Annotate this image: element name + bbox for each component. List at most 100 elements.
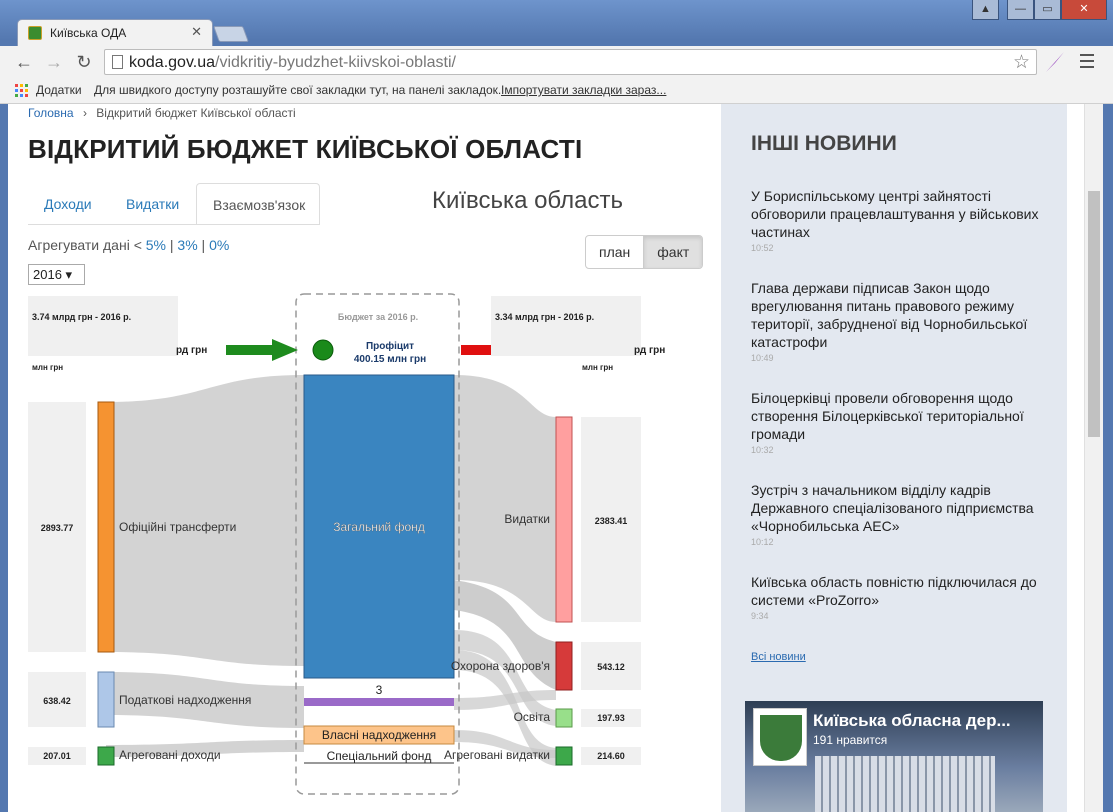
- apps-link[interactable]: Додатки: [36, 83, 82, 97]
- news-item[interactable]: Київська область повністю підключилася д…: [751, 573, 1041, 621]
- all-news-link[interactable]: Всі новини: [751, 651, 806, 663]
- url-text: koda.gov.ua/vidkritiy-byudzhet-kiivskoi-…: [129, 54, 456, 71]
- expense-label: Освіта: [514, 710, 551, 724]
- news-item[interactable]: Білоцерківці провели обговорення щодо ст…: [751, 389, 1041, 455]
- small-node-label: 3: [376, 683, 383, 697]
- expense-label: Охорона здоров'я: [451, 659, 550, 673]
- tab-strip: Київська ОДА ✕ ▲ — ▭ ✕: [0, 0, 1113, 46]
- surplus-label: Профіцит: [366, 340, 414, 352]
- user-icon[interactable]: ▲: [972, 0, 999, 20]
- small-node: [304, 698, 454, 706]
- aggregate-sep: |: [169, 237, 174, 253]
- browser-window: Київська ОДА ✕ ▲ — ▭ ✕ ← → ↻ koda.gov.ua…: [0, 0, 1113, 812]
- general-fund-label: Загальний фонд: [333, 520, 425, 534]
- facebook-widget[interactable]: Київська обласна дер... 191 нравится: [745, 701, 1043, 812]
- aggregate-sep: |: [201, 237, 206, 253]
- unit-right: млн грн: [582, 363, 613, 372]
- income-value: 207.01: [43, 751, 71, 761]
- close-window-button[interactable]: ✕: [1061, 0, 1107, 20]
- sidebar: ІНШІ НОВИНИ У Бориспільському центрі зай…: [721, 104, 1067, 812]
- bookmarks-bar: Додатки Для швидкого доступу розташуйте …: [0, 78, 1113, 104]
- income-arrow-icon: [226, 339, 298, 361]
- breadcrumb-home-link[interactable]: Головна: [28, 106, 74, 120]
- income-node: [97, 746, 115, 766]
- new-tab-button[interactable]: [213, 26, 249, 42]
- left-total: 3.74 млрд грн - 2016 р.: [32, 312, 131, 322]
- plan-fact-toggle: план факт: [585, 235, 704, 269]
- fb-page-title[interactable]: Київська обласна дер...: [813, 711, 1011, 731]
- tabs-divider: [28, 224, 320, 225]
- tab-relationship[interactable]: Взаємозв'язок: [196, 183, 320, 225]
- own-revenue-label: Власні надходження: [322, 728, 436, 742]
- left-total-box: [28, 296, 178, 356]
- region-title: Київська область: [432, 187, 623, 214]
- surplus-value: 400.15 млн грн: [354, 354, 426, 365]
- surplus-icon: [312, 339, 334, 361]
- sidebar-title: ІНШІ НОВИНИ: [751, 132, 897, 155]
- right-total-box: [491, 296, 641, 356]
- sankey-diagram: Бюджет за 2016 р. 3.74 млрд грн - 2016 р…: [28, 293, 665, 795]
- expense-label: Видатки: [504, 512, 550, 526]
- expense-node: [555, 746, 573, 766]
- browser-tab[interactable]: Київська ОДА ✕: [17, 19, 213, 46]
- web-page: Головна › Відкритий бюджет Київської обл…: [8, 104, 1103, 812]
- right-total: 3.34 млрд грн - 2016 р.: [495, 312, 594, 322]
- aggregate-3-link[interactable]: 3%: [177, 237, 197, 253]
- close-tab-icon[interactable]: ✕: [191, 24, 202, 40]
- maximize-button[interactable]: ▭: [1034, 0, 1061, 20]
- budget-title: Бюджет за 2016 р.: [338, 312, 418, 322]
- expense-node: [555, 641, 573, 691]
- tab-income[interactable]: Доходи: [28, 183, 108, 225]
- news-item[interactable]: Зустріч з начальником відділу кадрів Дер…: [751, 481, 1041, 547]
- import-bookmarks-link[interactable]: Імпортувати закладки зараз...: [501, 83, 666, 97]
- left-total-hidden: рд грн: [176, 345, 207, 356]
- expense-value: 2383.41: [595, 516, 628, 526]
- expense-value: 197.93: [597, 713, 625, 723]
- expense-node: [555, 416, 573, 623]
- news-item[interactable]: Глава держави підписав Закон щодо врегул…: [751, 279, 1041, 363]
- address-bar[interactable]: koda.gov.ua/vidkritiy-byudzhet-kiivskoi-…: [104, 49, 1037, 75]
- aggregate-5-link[interactable]: 5%: [146, 237, 166, 253]
- income-value: 2893.77: [41, 523, 74, 533]
- special-fund-label: Спеціальний фонд: [327, 749, 432, 763]
- aggregate-label: Агрегувати дані <: [28, 237, 142, 253]
- feather-extension-icon[interactable]: [1046, 52, 1064, 72]
- income-node: [97, 401, 115, 653]
- page-scrollbar[interactable]: [1084, 104, 1103, 812]
- tab-title: Київська ОДА: [50, 26, 127, 40]
- unit-left: млн грн: [32, 363, 63, 372]
- menu-icon[interactable]: [1080, 54, 1094, 68]
- expense-value: 214.60: [597, 751, 625, 761]
- scrollbar-thumb[interactable]: [1088, 191, 1100, 437]
- apps-grid-icon[interactable]: [15, 84, 28, 97]
- year-select[interactable]: 2016 ▾: [28, 264, 85, 285]
- page-title: ВІДКРИТИЙ БЮДЖЕТ КИЇВСЬКОЇ ОБЛАСТІ: [28, 134, 583, 164]
- forward-icon[interactable]: →: [42, 50, 66, 74]
- aggregate-controls: Агрегувати дані < 5% | 3% | 0%: [28, 237, 229, 253]
- expense-arrow-icon: [461, 345, 491, 355]
- breadcrumb-current: Відкритий бюджет Київської області: [96, 106, 296, 120]
- bookmark-star-icon[interactable]: ☆: [1013, 51, 1030, 74]
- expense-value: 543.12: [597, 662, 625, 672]
- aggregate-0-link[interactable]: 0%: [209, 237, 229, 253]
- bookmarks-hint: Для швидкого доступу розташуйте свої зак…: [94, 83, 502, 97]
- expense-label: Агреговані видатки: [444, 748, 550, 762]
- income-label: Офіційні трансферти: [119, 520, 236, 534]
- minimize-button[interactable]: —: [1007, 0, 1034, 20]
- back-icon[interactable]: ←: [12, 50, 36, 74]
- building-photo: [815, 756, 995, 812]
- fact-button[interactable]: факт: [643, 236, 703, 268]
- news-item[interactable]: У Бориспільському центрі зайнятості обго…: [751, 187, 1041, 253]
- breadcrumb-separator: ›: [82, 106, 87, 120]
- income-node: [97, 671, 115, 728]
- coat-of-arms-logo: [753, 708, 807, 766]
- income-label: Агреговані доходи: [119, 748, 221, 762]
- site-favicon: [28, 26, 42, 40]
- expense-node: [555, 708, 573, 728]
- tab-expenses[interactable]: Видатки: [110, 183, 195, 225]
- right-total-hidden: рд грн: [634, 345, 665, 356]
- plan-button[interactable]: план: [586, 236, 643, 268]
- browser-toolbar: ← → ↻ koda.gov.ua/vidkritiy-byudzhet-kii…: [0, 46, 1113, 78]
- income-label: Податкові надходження: [119, 693, 251, 707]
- reload-icon[interactable]: ↻: [72, 50, 96, 74]
